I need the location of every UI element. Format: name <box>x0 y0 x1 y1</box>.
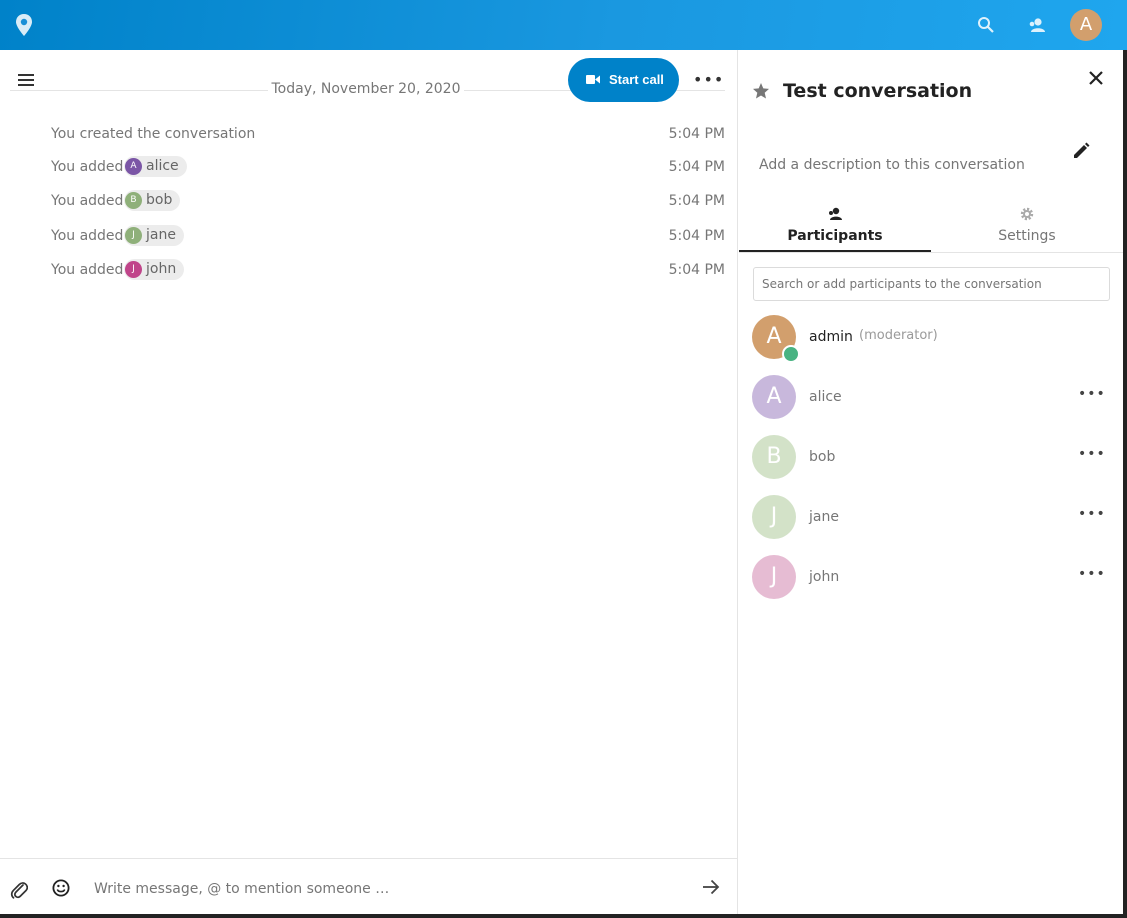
mention-avatar: J <box>125 227 142 244</box>
participants-icon <box>829 207 842 220</box>
participant-avatar: A <box>752 375 796 419</box>
participant-row[interactable]: J john ••• <box>752 555 1110 601</box>
date-separator-label: Today, November 20, 2020 <box>268 81 464 97</box>
system-message: You added J john 5:04 PM <box>51 259 725 283</box>
mention-name: jane <box>146 227 176 243</box>
system-message: You added B bob 5:04 PM <box>51 190 725 214</box>
mention-avatar: J <box>125 261 142 278</box>
participant-name: alice <box>809 389 842 405</box>
message-time: 5:04 PM <box>668 193 725 209</box>
participant-avatar: J <box>752 495 796 539</box>
window-edge-bottom <box>0 914 1127 918</box>
user-mention[interactable]: J jane <box>124 225 184 246</box>
tab-divider <box>739 252 1123 253</box>
participant-name: john <box>809 569 840 585</box>
message-time: 5:04 PM <box>668 228 725 244</box>
message-text: You created the conversation <box>51 126 256 142</box>
message-composer <box>0 858 737 918</box>
conversation-description[interactable]: Add a description to this conversation <box>759 157 1025 173</box>
message-time: 5:04 PM <box>668 159 725 175</box>
user-mention[interactable]: A alice <box>124 156 187 177</box>
message-time: 5:04 PM <box>668 126 725 142</box>
participant-search-input[interactable] <box>753 267 1110 301</box>
location-pin-icon[interactable] <box>14 13 34 37</box>
pencil-icon[interactable] <box>1071 141 1091 161</box>
participant-avatar: J <box>752 555 796 599</box>
participant-name: admin <box>809 329 853 345</box>
mention-avatar: B <box>125 192 142 209</box>
conversation-title[interactable]: Test conversation <box>783 80 972 102</box>
participant-row[interactable]: B bob ••• <box>752 435 1110 481</box>
chat-panel: Today, November 20, 2020 Start call ••• … <box>0 50 737 918</box>
contacts-icon[interactable] <box>1027 15 1047 35</box>
message-text: You added <box>51 262 124 278</box>
send-arrow-icon[interactable] <box>701 877 721 897</box>
message-input[interactable] <box>94 877 654 901</box>
user-mention[interactable]: J john <box>124 259 185 280</box>
participant-more-icon[interactable]: ••• <box>1078 506 1105 526</box>
participant-name: bob <box>809 449 836 465</box>
participant-role: (moderator) <box>859 328 938 343</box>
user-mention[interactable]: B bob <box>124 190 181 211</box>
gear-icon <box>1020 207 1034 221</box>
start-call-label: Start call <box>609 72 664 87</box>
tab-label: Participants <box>787 228 883 244</box>
video-camera-icon <box>586 75 600 84</box>
user-avatar[interactable]: A <box>1070 9 1102 41</box>
tab-settings[interactable]: Settings <box>931 204 1123 252</box>
participant-name: jane <box>809 509 839 525</box>
message-time: 5:04 PM <box>668 262 725 278</box>
participant-more-icon[interactable]: ••• <box>1078 386 1105 406</box>
tab-participants[interactable]: Participants <box>739 204 931 252</box>
paperclip-icon[interactable] <box>10 879 28 899</box>
mention-avatar: A <box>125 158 142 175</box>
start-call-button[interactable]: Start call <box>568 58 679 102</box>
mention-name: john <box>146 261 177 277</box>
close-icon[interactable] <box>1088 70 1104 86</box>
conversation-sidebar: Test conversation Add a description to t… <box>737 50 1123 918</box>
participant-avatar: B <box>752 435 796 479</box>
participant-row[interactable]: A admin (moderator) <box>752 315 1110 363</box>
conversation-more-icon[interactable]: ••• <box>693 70 723 90</box>
message-text: You added <box>51 159 124 175</box>
participant-more-icon[interactable]: ••• <box>1078 566 1105 586</box>
system-message: You created the conversation 5:04 PM <box>51 123 725 147</box>
participant-more-icon[interactable]: ••• <box>1078 446 1105 466</box>
search-icon[interactable] <box>976 15 996 35</box>
top-header: A <box>0 0 1127 50</box>
system-message: You added J jane 5:04 PM <box>51 225 725 249</box>
mention-name: alice <box>146 158 179 174</box>
mention-name: bob <box>146 192 173 208</box>
message-text: You added <box>51 228 124 244</box>
system-message: You added A alice 5:04 PM <box>51 156 725 180</box>
window-edge-right <box>1123 50 1127 918</box>
emoji-icon[interactable] <box>52 879 70 897</box>
participant-row[interactable]: A alice ••• <box>752 375 1110 421</box>
hamburger-menu-icon[interactable] <box>18 74 34 88</box>
participant-row[interactable]: J jane ••• <box>752 495 1110 541</box>
online-status-indicator <box>782 345 800 363</box>
message-text: You added <box>51 193 124 209</box>
tab-label: Settings <box>998 228 1056 244</box>
favorite-star-icon[interactable] <box>752 82 770 100</box>
